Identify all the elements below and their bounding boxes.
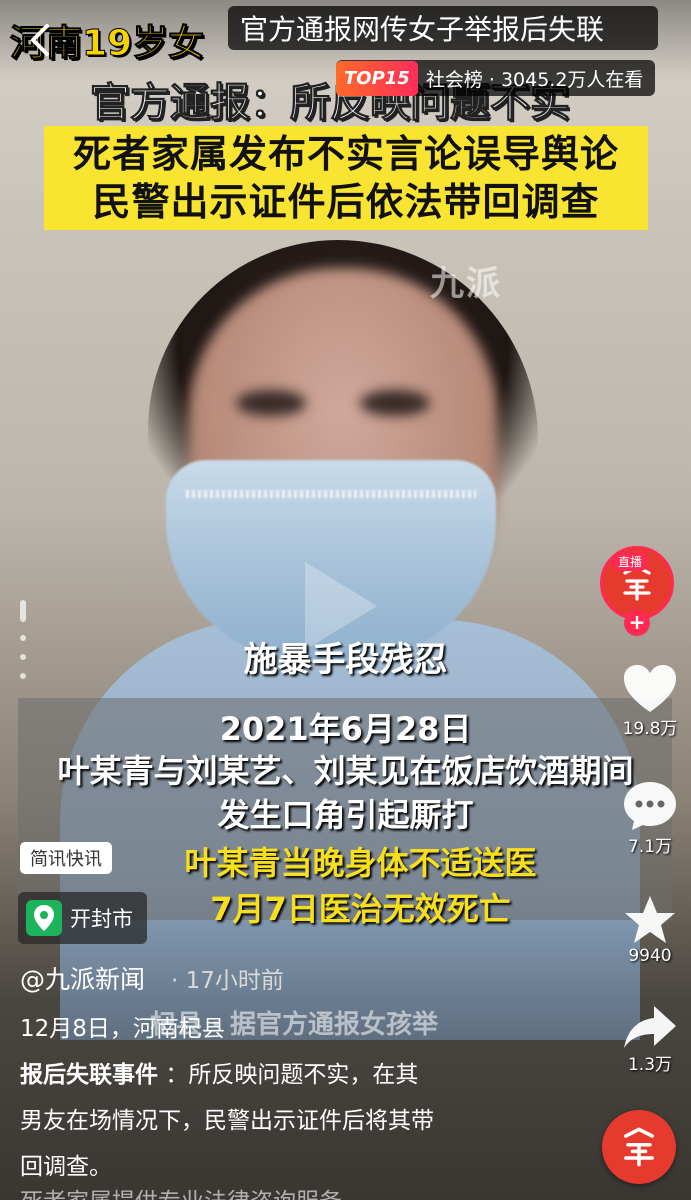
video-eye-left — [236, 390, 306, 416]
video-subtitle-overlay: 杞县 · 据官方通报女孩举 — [150, 1010, 438, 1040]
video-eye-right — [360, 390, 430, 416]
share-count: 1.3万 — [627, 1055, 673, 1075]
comment-button[interactable]: 7.1万 — [615, 780, 685, 857]
follow-plus-button[interactable]: + — [624, 610, 650, 636]
heart-icon — [624, 665, 676, 712]
favorite-button[interactable]: 9940 — [615, 894, 685, 966]
location-pin-icon — [26, 900, 62, 936]
back-chevron-icon — [31, 24, 49, 56]
share-icon — [624, 1006, 676, 1048]
live-label: 直播 — [612, 552, 649, 571]
hashtag-text: 官方通报网传女子举报后失联 — [240, 13, 605, 46]
star-icon — [625, 896, 675, 943]
desc-rest1: ：所反映问题不实，在其 — [165, 1062, 419, 1088]
caption-line3: 发生口角引起厮打 — [217, 796, 474, 834]
yellow-box-line2: 民警出示证件后依法带回调查 — [92, 180, 600, 224]
brand-avatar-button[interactable] — [602, 1110, 676, 1184]
like-button[interactable]: 19.8万 — [615, 664, 685, 739]
brand-logo-icon — [624, 1127, 654, 1167]
desc-bold-topic[interactable]: 报后失联事件 — [20, 1062, 158, 1088]
desc-cut-line: 死者家属提供专业法律咨询服务 — [20, 1182, 520, 1200]
author-row: @九派新闻 · 17小时前 — [20, 960, 284, 996]
hashtag-topic-bar[interactable]: 官方通报网传女子举报后失联 — [228, 6, 658, 50]
desc-line3: 男友在场情况下，民警出示证件后将其带 — [20, 1108, 434, 1134]
category-tag[interactable]: 简讯快讯 — [20, 842, 112, 874]
favorite-count: 9940 — [628, 946, 672, 966]
rank-text: 社会榜 · 3045.2万人在看 — [425, 68, 644, 91]
share-button[interactable]: 1.3万 — [615, 1004, 685, 1075]
comment-icon — [624, 782, 676, 830]
side-indicator-dots — [18, 600, 28, 692]
video-yellow-title-box: 死者家属发布不实言论误导舆论 民警出示证件后依法带回调查 — [44, 126, 648, 230]
yellow-box-line1: 死者家属发布不实言论误导舆论 — [72, 132, 619, 176]
hot-rank-chip[interactable]: TOP15 社会榜 · 3045.2万人在看 — [336, 60, 656, 96]
back-button[interactable] — [22, 20, 58, 60]
caption-date: 2021年6月28日 — [219, 710, 472, 748]
comment-count: 7.1万 — [627, 837, 673, 857]
video-watermark: 九派 — [430, 264, 502, 304]
author-name[interactable]: @九派新闻 — [20, 965, 145, 994]
video-caption-cruel: 施暴手段残忍 — [243, 640, 448, 680]
desc-line2: 报后失联事件 ：所反映问题不实，在其 — [20, 1052, 520, 1098]
caption-line2: 叶某青与刘某艺、刘某见在饭店饮酒期间 — [57, 752, 634, 790]
post-time: · 17小时前 — [170, 968, 284, 994]
location-chip[interactable]: 开封市 — [18, 892, 147, 944]
location-text: 开封市 — [70, 907, 133, 931]
rank-badge: TOP15 — [336, 60, 418, 96]
like-count: 19.8万 — [622, 719, 678, 739]
